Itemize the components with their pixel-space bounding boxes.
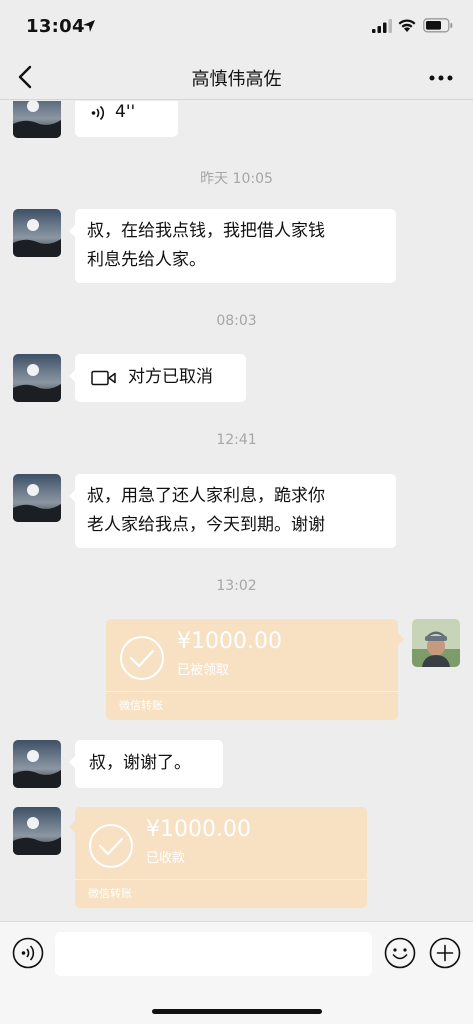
text-message-bubble[interactable]: 叔，谢谢了。 — [69, 740, 223, 788]
contact-avatar[interactable] — [13, 474, 61, 522]
text-message-bubble[interactable]: 叔，用急了还人家利息，跪求你 老人家给我点，今天到期。谢谢 — [69, 474, 396, 548]
nav-bar: 高慎伟高佐 — [0, 54, 473, 100]
timestamp: 13:02 — [216, 578, 257, 594]
timestamp: 12:41 — [216, 432, 257, 448]
cellular-signal-icon — [372, 19, 392, 33]
message-input[interactable] — [55, 932, 372, 976]
more-options-icon[interactable] — [428, 66, 454, 90]
chat-title: 高慎伟高佐 — [191, 69, 282, 90]
home-indicator[interactable] — [152, 1009, 322, 1014]
chat-area[interactable]: 4'' 昨天 10:05 叔，在给我点钱，我把借人家钱 利息先给人家。 08:0… — [0, 101, 473, 921]
voice-input-icon[interactable] — [12, 937, 44, 969]
voice-duration: 4'' — [115, 102, 136, 122]
timestamp: 08:03 — [216, 313, 257, 329]
emoji-icon[interactable] — [384, 937, 416, 969]
status-time: 13:04 — [26, 16, 85, 37]
my-avatar[interactable] — [412, 619, 460, 667]
video-camera-icon — [91, 370, 116, 386]
message-text-line: 叔，用急了还人家利息，跪求你 — [87, 486, 325, 506]
plus-icon[interactable] — [429, 937, 461, 969]
text-message-bubble[interactable]: 叔，在给我点钱，我把借人家钱 利息先给人家。 — [69, 209, 396, 283]
battery-icon — [423, 18, 453, 33]
wifi-icon — [398, 19, 416, 32]
transfer-status: 已收款 — [146, 851, 186, 866]
contact-avatar[interactable] — [13, 209, 61, 257]
bubble-tail — [398, 633, 404, 645]
contact-avatar[interactable] — [13, 101, 61, 138]
transfer-label: 微信转账 — [119, 699, 163, 712]
contact-avatar[interactable] — [13, 807, 61, 855]
transfer-amount: ¥1000.00 — [146, 817, 251, 842]
check-circle-icon — [120, 636, 164, 680]
transfer-label: 微信转账 — [88, 887, 132, 900]
transfer-amount: ¥1000.00 — [177, 629, 282, 654]
voice-message-bubble[interactable]: 4'' — [75, 101, 178, 137]
transfer-message-bubble[interactable]: ¥1000.00 已收款 微信转账 — [75, 807, 367, 908]
message-text-line: 叔，谢谢了。 — [89, 753, 191, 773]
message-text-line: 利息先给人家。 — [87, 250, 206, 270]
divider — [106, 691, 398, 692]
timestamp: 昨天 10:05 — [200, 171, 273, 187]
voice-wave-icon — [91, 105, 105, 121]
check-circle-icon — [89, 824, 133, 868]
transfer-message-bubble[interactable]: ¥1000.00 已被领取 微信转账 — [106, 619, 398, 720]
message-text-line: 老人家给我点，今天到期。谢谢 — [87, 515, 325, 535]
divider — [75, 879, 367, 880]
video-call-bubble[interactable]: 对方已取消 — [69, 354, 246, 402]
transfer-status: 已被领取 — [177, 663, 230, 678]
contact-avatar[interactable] — [13, 740, 61, 788]
video-call-status: 对方已取消 — [128, 367, 213, 387]
status-bar: 13:04 — [0, 0, 473, 54]
location-arrow-icon — [83, 20, 95, 32]
contact-avatar[interactable] — [13, 354, 61, 402]
message-text-line: 叔，在给我点钱，我把借人家钱 — [87, 221, 325, 241]
